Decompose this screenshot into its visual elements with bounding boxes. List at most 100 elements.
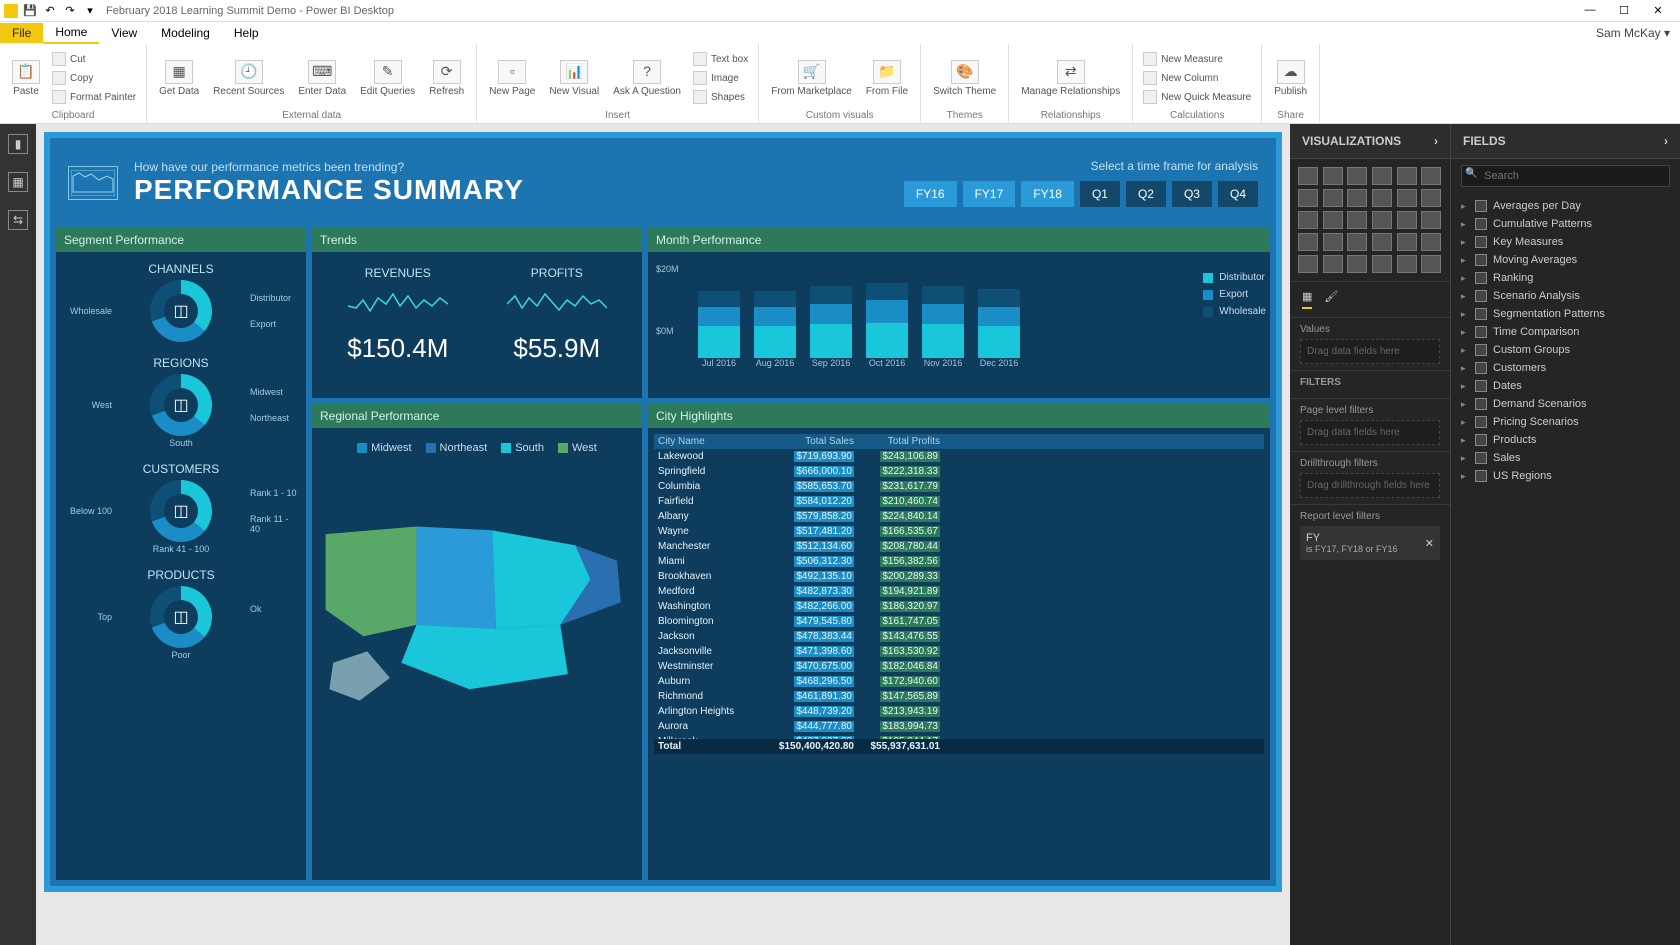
new-page-button[interactable]: ▫New Page <box>483 58 541 99</box>
viz-type-tile[interactable] <box>1298 233 1318 251</box>
copy-button[interactable]: Copy <box>48 69 140 87</box>
recent-sources-button[interactable]: 🕘Recent Sources <box>207 58 290 99</box>
viz-type-tile[interactable] <box>1372 211 1392 229</box>
field-table-customers[interactable]: Customers <box>1457 359 1674 377</box>
table-row[interactable]: Lakewood$719,693.90$243,106.89 <box>654 449 1264 464</box>
maximize-icon[interactable]: ☐ <box>1614 4 1634 17</box>
viz-type-tile[interactable] <box>1397 189 1417 207</box>
fy18-button[interactable]: FY18 <box>1021 181 1074 207</box>
manage-relationships-button[interactable]: ⇄Manage Relationships <box>1015 58 1126 99</box>
image-button[interactable]: Image <box>689 69 752 87</box>
viz-type-tile[interactable] <box>1347 189 1367 207</box>
table-row[interactable]: Fairfield$584,012.20$210,460.74 <box>654 494 1264 509</box>
field-table-time-comparison[interactable]: Time Comparison <box>1457 323 1674 341</box>
new-measure-button[interactable]: New Measure <box>1139 50 1255 68</box>
drillthrough-dropzone[interactable]: Drag drillthrough fields here <box>1300 473 1440 498</box>
regional-performance-panel[interactable]: Regional Performance Midwest Northeast S… <box>312 404 642 880</box>
get-data-button[interactable]: ▦Get Data <box>153 58 205 99</box>
values-dropzone[interactable]: Drag data fields here <box>1300 339 1440 364</box>
bar-Jul-2016[interactable] <box>698 278 740 358</box>
undo-icon[interactable]: ↶ <box>42 3 58 19</box>
viz-type-tile[interactable] <box>1397 167 1417 185</box>
viz-type-tile[interactable] <box>1347 255 1367 273</box>
viz-type-tile[interactable] <box>1347 233 1367 251</box>
publish-button[interactable]: ☁Publish <box>1268 58 1313 99</box>
bar-Nov-2016[interactable] <box>922 278 964 358</box>
table-row[interactable]: Bloomington$479,545.80$161,747.05 <box>654 614 1264 629</box>
file-tab[interactable]: File <box>0 23 43 43</box>
viz-type-tile[interactable] <box>1323 189 1343 207</box>
field-table-moving-averages[interactable]: Moving Averages <box>1457 251 1674 269</box>
viz-type-tile[interactable] <box>1323 167 1343 185</box>
viz-type-tile[interactable] <box>1372 255 1392 273</box>
viz-type-tile[interactable] <box>1421 255 1441 273</box>
donut-channels[interactable]: CHANNELS Wholesale ◫ Distributor Export <box>62 262 300 342</box>
field-table-pricing-scenarios[interactable]: Pricing Scenarios <box>1457 413 1674 431</box>
viz-type-tile[interactable] <box>1397 211 1417 229</box>
text-box-button[interactable]: Text box <box>689 50 752 68</box>
fy16-button[interactable]: FY16 <box>904 181 957 207</box>
user-label[interactable]: Sam McKay ▾ <box>1596 26 1680 40</box>
q3-button[interactable]: Q3 <box>1172 181 1212 207</box>
clear-filter-icon[interactable]: ✕ <box>1425 537 1434 550</box>
viz-type-tile[interactable] <box>1372 189 1392 207</box>
from-marketplace-button[interactable]: 🛒From Marketplace <box>765 58 858 99</box>
viz-type-tile[interactable] <box>1323 233 1343 251</box>
from-file-button[interactable]: 📁From File <box>860 58 914 99</box>
fields-tab-icon[interactable]: ▦ <box>1302 290 1312 309</box>
bar-Oct-2016[interactable] <box>866 278 908 358</box>
model-view-icon[interactable]: ⇆ <box>8 210 28 230</box>
viz-type-tile[interactable] <box>1421 189 1441 207</box>
table-row[interactable]: Jackson$478,383.44$143,476.55 <box>654 629 1264 644</box>
donut-products[interactable]: PRODUCTS Top ◫ Ok Poor <box>62 568 300 660</box>
view-tab[interactable]: View <box>99 23 149 43</box>
chevron-right-icon[interactable]: › <box>1664 134 1668 148</box>
field-table-demand-scenarios[interactable]: Demand Scenarios <box>1457 395 1674 413</box>
table-row[interactable]: Columbia$585,653.70$231,617.79 <box>654 479 1264 494</box>
close-icon[interactable]: ✕ <box>1648 4 1668 17</box>
viz-type-tile[interactable] <box>1397 255 1417 273</box>
table-row[interactable]: Medford$482,873.30$194,921.89 <box>654 584 1264 599</box>
enter-data-button[interactable]: ⌨Enter Data <box>292 58 352 99</box>
data-view-icon[interactable]: ▦ <box>8 172 28 192</box>
help-tab[interactable]: Help <box>222 23 271 43</box>
report-canvas[interactable]: How have our performance metrics been tr… <box>36 124 1290 945</box>
viz-type-tile[interactable] <box>1298 255 1318 273</box>
q4-button[interactable]: Q4 <box>1218 181 1258 207</box>
viz-type-tile[interactable] <box>1397 233 1417 251</box>
table-row[interactable]: Westminster$470,675.00$182,046.84 <box>654 659 1264 674</box>
field-table-dates[interactable]: Dates <box>1457 377 1674 395</box>
month-performance-panel[interactable]: Month Performance $20M $0M Jul 2016Aug 2… <box>648 228 1270 398</box>
paste-button[interactable]: 📋Paste <box>6 58 46 99</box>
new-column-button[interactable]: New Column <box>1139 69 1255 87</box>
table-row[interactable]: Brookhaven$492,135.10$200,289.33 <box>654 569 1264 584</box>
viz-type-tile[interactable] <box>1347 211 1367 229</box>
table-row[interactable]: Manchester$512,134.60$208,780.44 <box>654 539 1264 554</box>
donut-regions[interactable]: REGIONS West ◫ Midwest Northeast South <box>62 356 300 448</box>
table-row[interactable]: Miami$506,312.30$156,382.56 <box>654 554 1264 569</box>
field-table-averages-per-day[interactable]: Averages per Day <box>1457 197 1674 215</box>
trends-panel[interactable]: Trends REVENUES $150.4M PROFITS $55.9M <box>312 228 642 398</box>
format-tab-icon[interactable]: 🖌 <box>1324 290 1338 309</box>
table-row[interactable]: Auburn$468,296.50$172,940.60 <box>654 674 1264 689</box>
search-input[interactable] <box>1461 165 1670 187</box>
q2-button[interactable]: Q2 <box>1126 181 1166 207</box>
bar-Dec-2016[interactable] <box>978 278 1020 358</box>
q1-button[interactable]: Q1 <box>1080 181 1120 207</box>
viz-type-tile[interactable] <box>1323 211 1343 229</box>
modeling-tab[interactable]: Modeling <box>149 23 222 43</box>
viz-type-tile[interactable] <box>1372 233 1392 251</box>
viz-type-tile[interactable] <box>1298 189 1318 207</box>
viz-type-tile[interactable] <box>1372 167 1392 185</box>
minimize-icon[interactable]: — <box>1580 4 1600 17</box>
table-row[interactable]: Washington$482,266.00$186,320.97 <box>654 599 1264 614</box>
field-table-key-measures[interactable]: Key Measures <box>1457 233 1674 251</box>
field-table-scenario-analysis[interactable]: Scenario Analysis <box>1457 287 1674 305</box>
table-row[interactable]: Albany$579,858.20$224,840.14 <box>654 509 1264 524</box>
format-painter-button[interactable]: Format Painter <box>48 88 140 106</box>
fields-header[interactable]: FIELDS› <box>1451 124 1680 159</box>
save-icon[interactable]: 💾 <box>22 3 38 19</box>
field-table-cumulative-patterns[interactable]: Cumulative Patterns <box>1457 215 1674 233</box>
refresh-button[interactable]: ⟳Refresh <box>423 58 470 99</box>
bar-Aug-2016[interactable] <box>754 278 796 358</box>
